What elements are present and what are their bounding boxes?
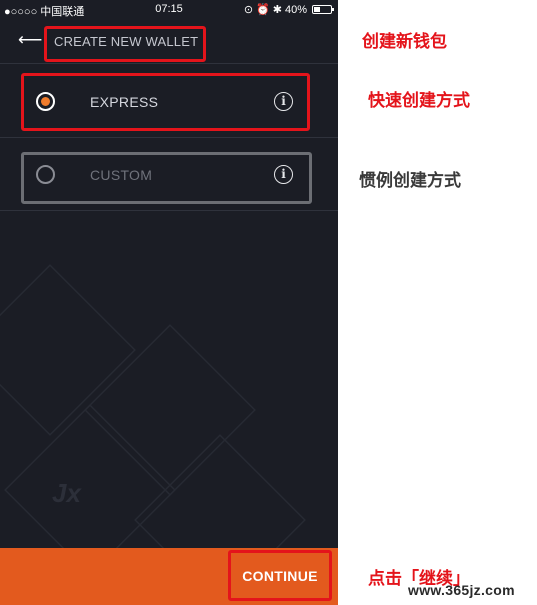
annotation-title: 创建新钱包 [362, 32, 447, 52]
highlight-custom [21, 152, 312, 204]
pattern-diamond [4, 404, 176, 550]
pattern-diamond [134, 434, 306, 550]
pattern-diamond [84, 324, 256, 496]
background-pattern [0, 264, 306, 550]
site-watermark: www.365jz.com [408, 582, 515, 598]
highlight-title [44, 26, 206, 62]
annotation-custom: 惯例创建方式 [359, 171, 461, 191]
status-right: ⊙ ⏰ ✱ 40% [243, 3, 334, 16]
lock-rotation-icon: ⊙ [243, 4, 254, 16]
status-bar: ●○○○○ 中国联通 07:15 ⊙ ⏰ ✱ 40% [0, 0, 338, 18]
jx-logo: Jx [52, 478, 81, 508]
pattern-diamond [0, 264, 136, 436]
highlight-express [21, 73, 310, 131]
bluetooth-icon: ✱ [272, 4, 282, 16]
battery-percent: 40% [284, 3, 307, 16]
battery-icon [312, 5, 334, 14]
annotation-express: 快速创建方式 [368, 91, 470, 111]
battery-fill [314, 7, 320, 12]
arrow-left-icon[interactable]: ⟵ [18, 31, 42, 49]
highlight-continue [228, 550, 332, 601]
alarm-icon: ⏰ [256, 4, 270, 16]
